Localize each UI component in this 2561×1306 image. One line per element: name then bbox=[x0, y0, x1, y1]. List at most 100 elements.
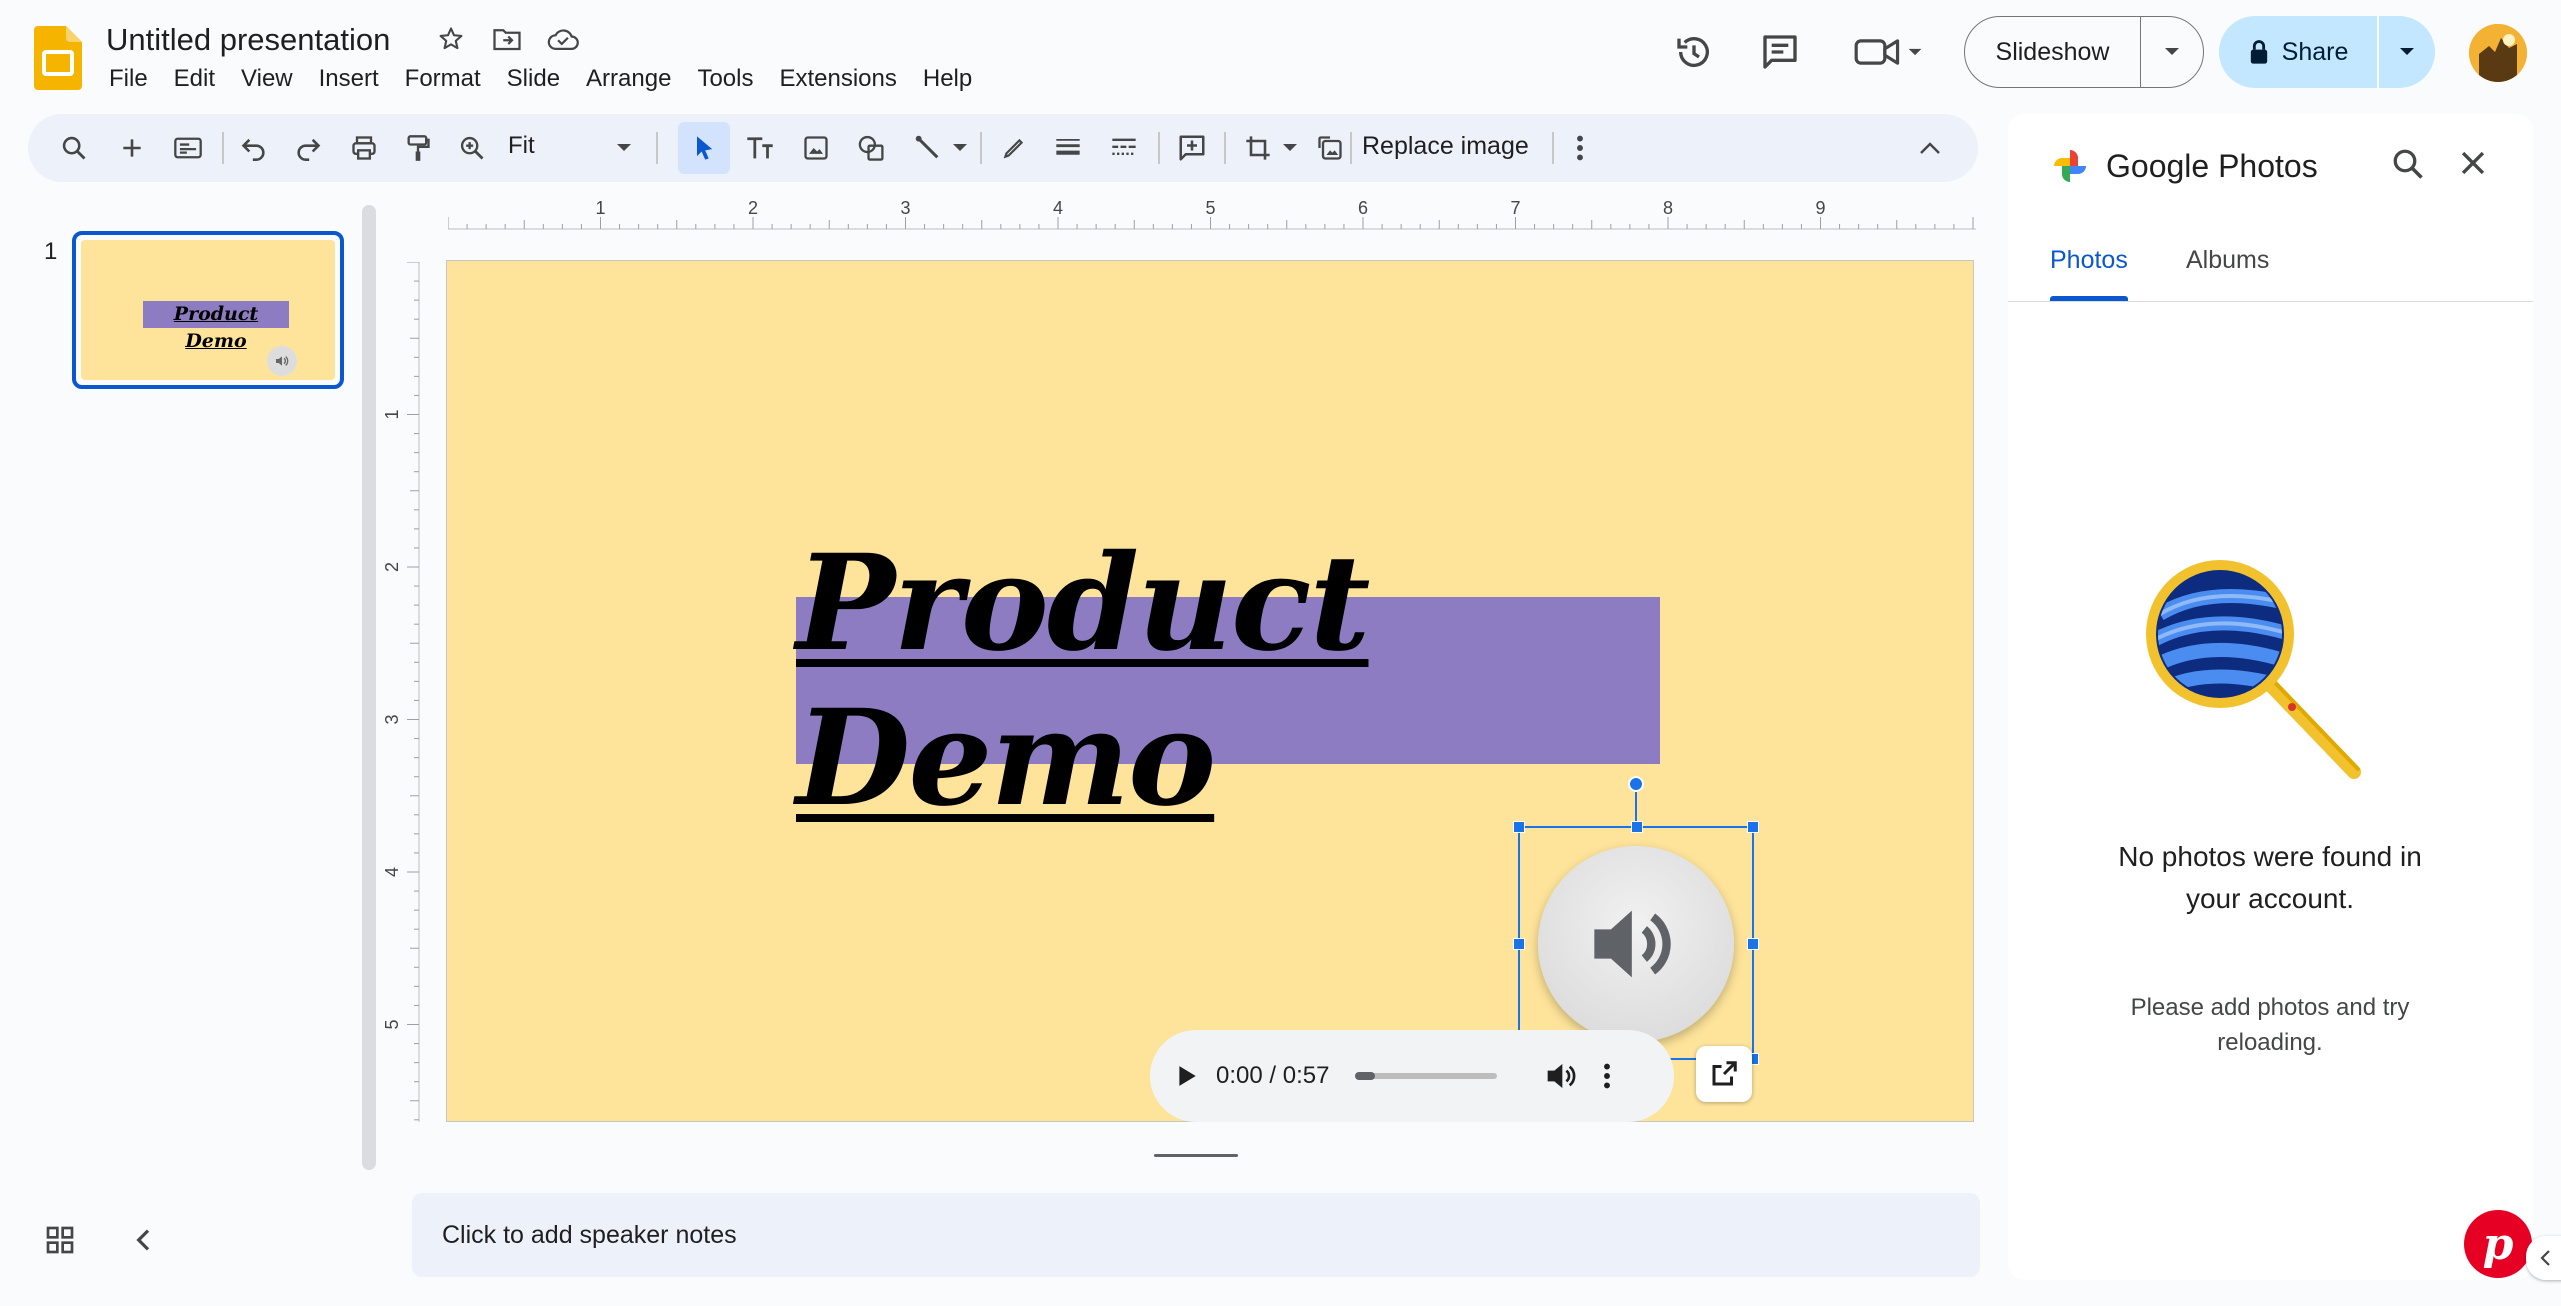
toolbar-divider bbox=[656, 132, 658, 164]
thumbnail-canvas: Product Demo bbox=[81, 240, 335, 380]
chevron-down-icon[interactable] bbox=[2141, 17, 2203, 87]
zoom-select[interactable]: Fit bbox=[508, 132, 535, 160]
ruler-label: 3 bbox=[900, 200, 910, 218]
slide-title[interactable]: Product Demo bbox=[796, 526, 1660, 836]
slides-logo-icon[interactable] bbox=[34, 26, 82, 90]
new-slide-icon[interactable] bbox=[112, 128, 152, 168]
version-history-icon[interactable] bbox=[1666, 24, 1722, 80]
title-text-box[interactable]: Product Demo bbox=[796, 526, 1660, 836]
speaker-icon bbox=[267, 346, 297, 376]
avatar[interactable] bbox=[2469, 24, 2527, 82]
share-label: Share bbox=[2281, 37, 2349, 66]
close-icon[interactable] bbox=[2456, 146, 2496, 186]
select-cursor-icon[interactable] bbox=[684, 128, 724, 168]
menu-view[interactable]: View bbox=[228, 63, 306, 95]
shape-icon[interactable] bbox=[852, 128, 892, 168]
menu-insert[interactable]: Insert bbox=[306, 63, 392, 95]
reset-image-icon[interactable] bbox=[1310, 128, 1350, 168]
ruler-label: 9 bbox=[1815, 200, 1825, 218]
layout-icon[interactable] bbox=[168, 128, 208, 168]
star-icon[interactable] bbox=[434, 22, 468, 56]
menu-tools[interactable]: Tools bbox=[684, 63, 766, 95]
open-link-icon[interactable] bbox=[1696, 1046, 1752, 1102]
volume-icon[interactable] bbox=[1545, 1061, 1577, 1091]
menu-edit[interactable]: Edit bbox=[161, 63, 228, 95]
horizontal-ruler[interactable]: 1 2 3 4 5 6 7 8 9 bbox=[448, 200, 1976, 230]
replace-image-button[interactable]: Replace image bbox=[1362, 132, 1529, 161]
share-button[interactable]: Share bbox=[2219, 16, 2435, 88]
resize-handle-ne[interactable] bbox=[1747, 821, 1759, 833]
paint-format-icon[interactable] bbox=[398, 128, 438, 168]
add-comment-icon[interactable] bbox=[1172, 128, 1212, 168]
audio-selection-box[interactable] bbox=[1513, 821, 1759, 1065]
toolbar-divider bbox=[1350, 132, 1352, 164]
border-weight-icon[interactable] bbox=[1048, 128, 1088, 168]
print-icon[interactable] bbox=[344, 128, 384, 168]
slide-thumbnail[interactable]: Product Demo bbox=[72, 231, 344, 389]
insert-image-icon[interactable] bbox=[796, 128, 836, 168]
redo-icon[interactable] bbox=[288, 128, 328, 168]
slideshow-label[interactable]: Slideshow bbox=[1965, 17, 2141, 87]
text-box-icon[interactable] bbox=[740, 128, 780, 168]
tab-divider bbox=[2008, 301, 2533, 302]
toolbar-divider bbox=[1552, 132, 1554, 164]
menu-format[interactable]: Format bbox=[392, 63, 494, 95]
filmstrip-scrollbar[interactable] bbox=[362, 205, 376, 1170]
toolbar-divider bbox=[222, 132, 224, 164]
ruler-label: 4 bbox=[382, 867, 402, 877]
menu-slide[interactable]: Slide bbox=[494, 63, 573, 95]
search-menus-icon[interactable] bbox=[54, 128, 94, 168]
border-dash-icon[interactable] bbox=[1104, 128, 1144, 168]
comments-icon[interactable] bbox=[1752, 24, 1808, 80]
notes-resize-handle[interactable] bbox=[1154, 1154, 1238, 1157]
chevron-down-icon[interactable] bbox=[604, 128, 644, 168]
player-progress-knob[interactable] bbox=[1355, 1072, 1376, 1080]
player-progress-track[interactable] bbox=[1355, 1072, 1498, 1080]
resize-handle-nw[interactable] bbox=[1513, 821, 1525, 833]
share-main[interactable]: Share bbox=[2219, 16, 2379, 88]
menu-bar: File Edit View Insert Format Slide Arran… bbox=[96, 63, 985, 95]
ruler-label: 8 bbox=[1663, 200, 1673, 218]
undo-icon[interactable] bbox=[234, 128, 274, 168]
google-photos-logo-icon bbox=[2050, 146, 2090, 186]
empty-state-title: No photos were found in your account. bbox=[2118, 841, 2422, 914]
cloud-saved-icon[interactable] bbox=[546, 22, 580, 56]
resize-handle-w[interactable] bbox=[1513, 938, 1525, 950]
player-more-icon[interactable] bbox=[1603, 1063, 1611, 1089]
play-icon[interactable] bbox=[1176, 1064, 1198, 1088]
audio-player: 0:00 / 0:57 bbox=[1150, 1030, 1674, 1122]
pinterest-extension-icon[interactable]: p bbox=[2464, 1210, 2532, 1278]
side-panel-toggle-icon[interactable] bbox=[2526, 1236, 2561, 1280]
rotation-handle[interactable] bbox=[1628, 776, 1644, 792]
menu-file[interactable]: File bbox=[96, 63, 161, 95]
zoom-icon[interactable] bbox=[452, 128, 492, 168]
grid-view-icon[interactable] bbox=[44, 1224, 84, 1264]
ruler-label: 1 bbox=[595, 200, 605, 218]
resize-handle-n[interactable] bbox=[1631, 821, 1643, 833]
chevron-down-icon[interactable] bbox=[1270, 128, 1310, 168]
move-folder-icon[interactable] bbox=[490, 22, 524, 56]
menu-extensions[interactable]: Extensions bbox=[766, 63, 909, 95]
slide-number: 1 bbox=[44, 238, 58, 265]
vertical-ruler[interactable]: 1 2 3 4 5 bbox=[380, 262, 420, 1122]
menu-help[interactable]: Help bbox=[910, 63, 985, 95]
chevron-down-icon[interactable] bbox=[2379, 16, 2435, 88]
meet-icon[interactable] bbox=[1848, 24, 1928, 80]
ruler-label: 1 bbox=[382, 409, 402, 419]
search-icon[interactable] bbox=[2390, 146, 2430, 186]
border-color-icon[interactable] bbox=[994, 128, 1034, 168]
more-options-icon[interactable] bbox=[1560, 128, 1600, 168]
speaker-notes[interactable]: Click to add speaker notes bbox=[412, 1193, 1980, 1277]
thumbnail-title: Product Demo bbox=[143, 301, 289, 352]
google-photos-panel: Google Photos Photos Albums No photos we bbox=[2008, 114, 2533, 1280]
collapse-filmstrip-icon[interactable] bbox=[128, 1224, 168, 1264]
chevron-up-icon[interactable] bbox=[1910, 128, 1950, 168]
tab-albums[interactable]: Albums bbox=[2186, 246, 2269, 275]
menu-arrange[interactable]: Arrange bbox=[573, 63, 684, 95]
empty-state-subtitle: Please add photos and try reloading. bbox=[2130, 994, 2410, 1056]
document-title[interactable]: Untitled presentation bbox=[106, 22, 390, 58]
chevron-down-icon[interactable] bbox=[940, 128, 980, 168]
slideshow-button[interactable]: Slideshow bbox=[1964, 16, 2204, 88]
resize-handle-e[interactable] bbox=[1747, 938, 1759, 950]
tab-photos[interactable]: Photos bbox=[2050, 246, 2128, 275]
